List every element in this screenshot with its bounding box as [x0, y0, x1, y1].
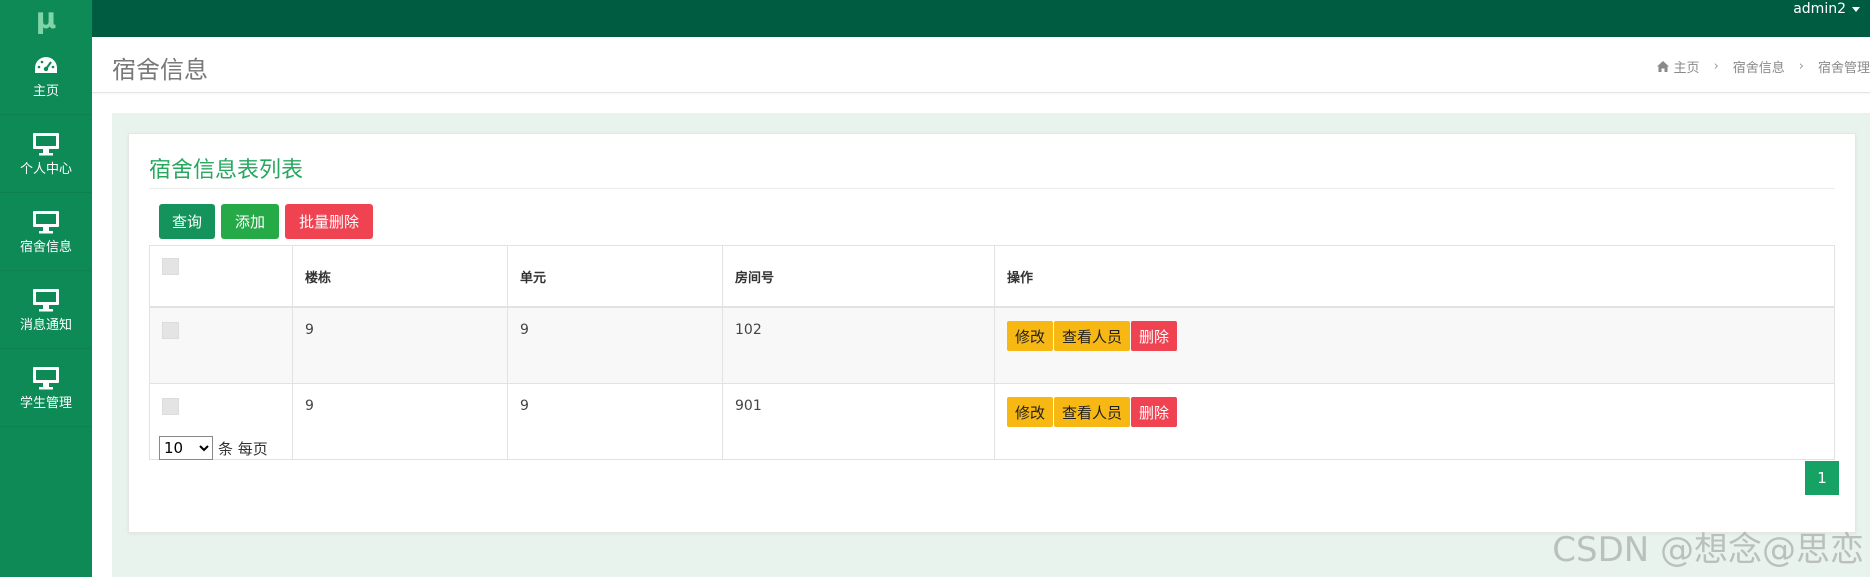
column-header-unit[interactable]: 单元 [507, 245, 723, 308]
chevron-right-icon: › [1713, 59, 1719, 74]
edit-button[interactable]: 修改 [1007, 397, 1054, 427]
select-all-checkbox[interactable] [162, 258, 179, 275]
sidebar-item-notices[interactable]: 消息通知 [0, 271, 92, 349]
breadcrumb-item: 宿舍管理 [1817, 61, 1870, 76]
delete-button[interactable]: 删除 [1131, 397, 1178, 427]
monitor-icon [32, 131, 60, 157]
page-number-button[interactable]: 1 [1805, 461, 1839, 495]
row-checkbox[interactable] [162, 322, 179, 339]
toolbar: 查询 添加 批量删除 [159, 204, 373, 239]
cell-unit: 9 [507, 383, 723, 460]
view-members-button[interactable]: 查看人员 [1054, 397, 1131, 427]
dorm-table: 楼栋 单元 房间号 操作 9 9 102 修改 查看人员 删除 9 9 901 … [149, 245, 1835, 460]
breadcrumb-item[interactable]: 宿舍信息 [1733, 57, 1785, 76]
home-icon [1656, 61, 1669, 72]
row-checkbox[interactable] [162, 398, 179, 415]
divider [149, 188, 1835, 189]
select-all-cell [149, 245, 293, 308]
app-logo[interactable]: μ [0, 0, 92, 37]
monitor-icon [32, 209, 60, 235]
sidebar-item-home[interactable]: 主页 [0, 37, 92, 115]
cell-room: 901 [722, 383, 995, 460]
edit-button[interactable]: 修改 [1007, 321, 1054, 351]
monitor-icon [32, 287, 60, 313]
cell-unit: 9 [507, 306, 723, 384]
page-size-control: 10 条 每页 [159, 436, 268, 460]
caret-down-icon [1852, 6, 1860, 12]
sidebar: μ 主页 个人中心 宿舍信息 消息通知 学生管理 [0, 0, 92, 577]
page-title: 宿舍信息 [112, 56, 208, 84]
breadcrumb-item: 主页 [1673, 61, 1700, 76]
cell-actions: 修改 查看人员 删除 [994, 306, 1835, 384]
cell-room: 102 [722, 306, 995, 384]
page-header: 宿舍信息 主页 › 宿舍信息 › 宿舍管理 [92, 37, 1870, 93]
monitor-icon [32, 365, 60, 391]
sidebar-item-label: 个人中心 [19, 162, 72, 177]
table-row: 9 9 102 修改 查看人员 删除 [149, 306, 1835, 384]
query-button[interactable]: 查询 [159, 204, 215, 239]
add-button[interactable]: 添加 [221, 204, 279, 239]
column-header-actions: 操作 [994, 245, 1835, 308]
cell-building: 9 [292, 306, 508, 384]
sidebar-item-label: 消息通知 [19, 318, 72, 333]
sidebar-item-dorm-info[interactable]: 宿舍信息 [0, 193, 92, 271]
cell-actions: 修改 查看人员 删除 [994, 383, 1835, 460]
dashboard-icon [33, 53, 59, 79]
per-page-label: 条 每页 [218, 439, 268, 458]
sidebar-item-profile[interactable]: 个人中心 [0, 115, 92, 193]
card-title: 宿舍信息表列表 [149, 158, 304, 183]
column-header-building[interactable]: 楼栋 [292, 245, 508, 308]
username-label: admin2 [1793, 1, 1846, 17]
row-select-cell [149, 306, 293, 384]
breadcrumb: 主页 › 宿舍信息 › 宿舍管理 [1656, 57, 1870, 76]
sidebar-item-students[interactable]: 学生管理 [0, 349, 92, 427]
chevron-right-icon: › [1798, 59, 1804, 74]
delete-button[interactable]: 删除 [1131, 321, 1178, 351]
table-header-row: 楼栋 单元 房间号 操作 [149, 245, 1835, 308]
user-menu[interactable]: admin2 [1793, 0, 1860, 18]
list-card: 宿舍信息表列表 查询 添加 批量删除 楼栋 单元 房间号 操作 9 9 102 … [128, 133, 1856, 533]
sidebar-item-label: 宿舍信息 [19, 240, 72, 255]
table-row: 9 9 901 修改 查看人员 删除 [149, 383, 1835, 460]
top-navbar: admin2 [92, 0, 1870, 37]
cell-building: 9 [292, 383, 508, 460]
watermark: CSDN @想念@思恋 [1552, 530, 1864, 570]
sidebar-item-label: 学生管理 [19, 396, 72, 411]
view-members-button[interactable]: 查看人员 [1054, 321, 1131, 351]
batch-delete-button[interactable]: 批量删除 [285, 204, 373, 239]
page-size-select[interactable]: 10 [159, 436, 213, 460]
sidebar-item-label: 主页 [32, 84, 59, 99]
column-header-room[interactable]: 房间号 [722, 245, 995, 308]
breadcrumb-home[interactable]: 主页 [1656, 57, 1700, 76]
